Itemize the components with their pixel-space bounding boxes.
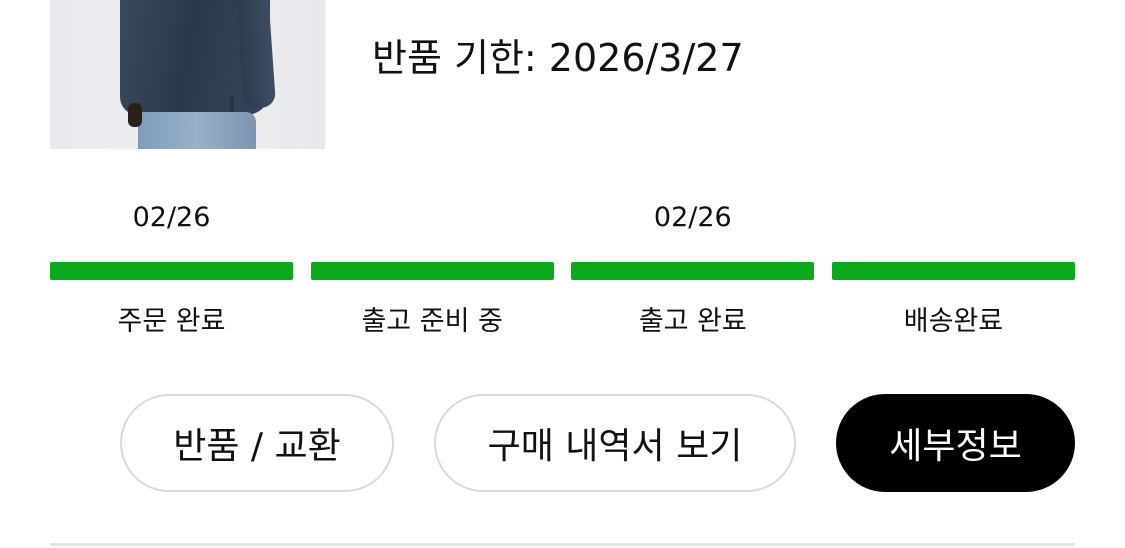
step-bar [831,262,1075,280]
step-label: 출고 준비 중 [361,306,503,337]
delivery-progress: 02/26 주문 완료 출고 준비 중 02/26 출고 완료 배송완료 [50,196,1075,346]
jeans-shape [138,112,256,149]
section-divider [50,543,1075,546]
step-bar-fill [831,262,1075,280]
return-exchange-button[interactable]: 반품 / 교환 [120,394,394,492]
step-bar [571,262,815,280]
step-bar-fill [571,262,815,280]
product-thumbnail[interactable] [50,0,325,149]
hand-shape [128,103,142,127]
step-label: 출고 완료 [638,306,747,337]
return-deadline: 반품 기한: 2026/3/27 [372,36,744,80]
step-label: 배송완료 [903,306,1004,337]
progress-step-shipped: 02/26 출고 완료 [571,196,815,346]
step-bar [310,262,554,280]
step-bar [50,262,293,280]
details-button[interactable]: 세부정보 [836,394,1075,492]
step-date: 02/26 [132,202,211,233]
progress-step-preparing: 출고 준비 중 [310,196,554,346]
step-label: 주문 완료 [117,306,226,337]
progress-step-ordered: 02/26 주문 완료 [50,196,293,346]
step-bar-fill [50,262,293,280]
step-bar-fill [310,262,554,280]
order-card: 반품 기한: 2026/3/27 02/26 주문 완료 출고 준비 중 02/… [0,0,1125,548]
progress-step-delivered: 배송완료 [831,196,1075,346]
view-receipt-button[interactable]: 구매 내역서 보기 [434,394,796,492]
step-date: 02/26 [653,202,732,233]
